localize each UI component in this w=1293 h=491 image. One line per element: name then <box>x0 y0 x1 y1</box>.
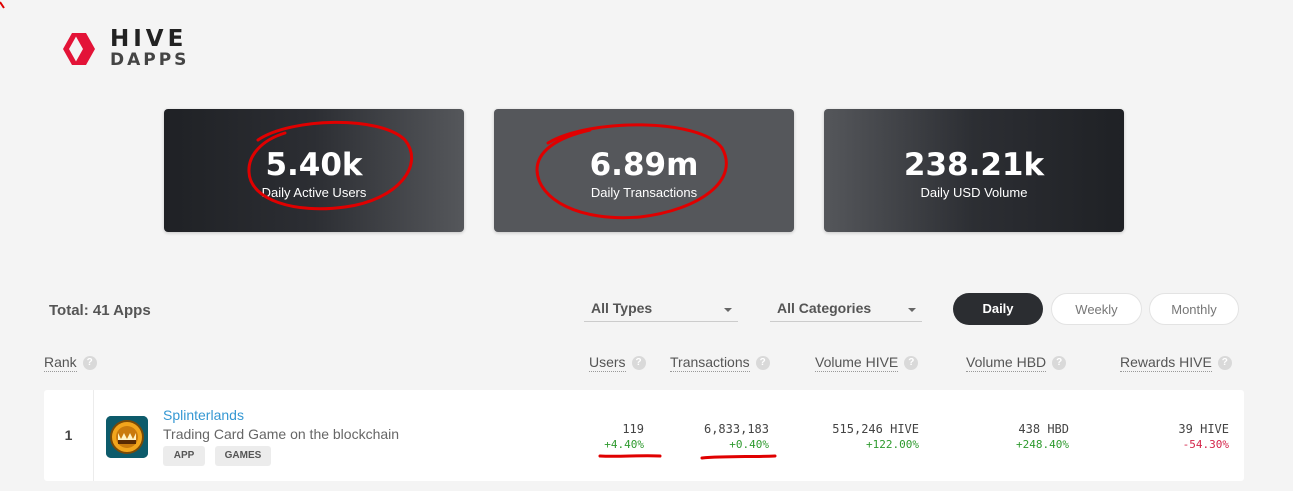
users-change: +4.40% <box>604 438 644 451</box>
tag-app[interactable]: APP <box>163 446 205 466</box>
transactions-change: +0.40% <box>729 438 769 451</box>
stat-value: 5.40k <box>265 147 363 183</box>
stat-label: Daily USD Volume <box>920 185 1028 200</box>
hive-logo-icon <box>63 32 95 65</box>
stat-label: Daily Active Users <box>261 185 367 200</box>
chevron-down-icon <box>724 308 732 312</box>
stat-value: 238.21k <box>903 147 1045 183</box>
transactions-cell: 6,833,183 +0.40% <box>704 422 769 451</box>
total-apps-count: Total: 41 Apps <box>49 302 151 319</box>
header-users[interactable]: Users ? <box>589 354 646 372</box>
table-row[interactable]: 1 Splinterlands Trading Card Game on the… <box>44 390 1244 481</box>
help-icon[interactable]: ? <box>755 356 770 370</box>
tag-games[interactable]: GAMES <box>215 446 271 466</box>
logo-subtitle: DAPPS <box>110 50 190 70</box>
header-rank-label: Rank <box>44 354 77 372</box>
stat-label: Daily Transactions <box>590 185 698 200</box>
help-icon[interactable]: ? <box>1217 356 1232 370</box>
users-cell: 119 +4.40% <box>604 422 644 451</box>
rewards-hive-cell: 39 HIVE -54.30% <box>1178 422 1229 451</box>
app-description: Trading Card Game on the blockchain <box>163 426 400 442</box>
annotation-corner-mark <box>0 1 5 9</box>
chevron-down-icon <box>908 308 916 312</box>
rank-cell: 1 <box>44 390 94 481</box>
type-select-value: All Types <box>591 300 653 316</box>
rewards-hive-change: -54.30% <box>1182 438 1229 451</box>
type-select[interactable]: All Types <box>584 296 738 322</box>
help-icon[interactable]: ? <box>631 356 646 370</box>
category-select-value: All Categories <box>777 300 872 316</box>
volume-hive-value: 515,246 HIVE <box>832 422 919 436</box>
period-monthly-button[interactable]: Monthly <box>1149 293 1239 325</box>
header-volume-hive[interactable]: Volume HIVE ? <box>815 354 919 372</box>
header-users-label: Users <box>589 354 626 372</box>
header-rewards-hive-label: Rewards HIVE <box>1120 354 1212 372</box>
app-name-link[interactable]: Splinterlands <box>163 407 244 423</box>
rewards-hive-value: 39 HIVE <box>1178 422 1229 436</box>
volume-hive-cell: 515,246 HIVE +122.00% <box>832 422 919 451</box>
period-weekly-button[interactable]: Weekly <box>1051 293 1142 325</box>
stat-card-daily-transactions: 6.89m Daily Transactions <box>494 109 794 232</box>
splinterlands-app-icon[interactable] <box>106 416 148 458</box>
period-daily-button[interactable]: Daily <box>953 293 1043 325</box>
volume-hbd-change: +248.40% <box>1016 438 1069 451</box>
header-volume-hbd-label: Volume HBD <box>966 354 1047 372</box>
header-transactions-label: Transactions <box>670 354 750 372</box>
logo-title: HIVE <box>110 26 188 52</box>
hive-dapps-logo[interactable]: HIVE DAPPS <box>62 28 189 69</box>
stat-card-daily-active-users: 5.40k Daily Active Users <box>164 109 464 232</box>
help-icon[interactable]: ? <box>1052 356 1067 370</box>
stat-card-daily-usd-volume: 238.21k Daily USD Volume <box>824 109 1124 232</box>
volume-hbd-value: 438 HBD <box>1018 422 1069 436</box>
help-icon[interactable]: ? <box>904 356 919 370</box>
header-volume-hive-label: Volume HIVE <box>815 354 899 372</box>
category-select[interactable]: All Categories <box>770 296 922 322</box>
header-transactions[interactable]: Transactions ? <box>670 354 770 372</box>
users-value: 119 <box>622 422 644 436</box>
stat-value: 6.89m <box>589 147 699 183</box>
header-rank[interactable]: Rank ? <box>44 354 97 372</box>
help-icon[interactable]: ? <box>82 356 97 370</box>
transactions-value: 6,833,183 <box>703 422 769 436</box>
header-rewards-hive[interactable]: Rewards HIVE ? <box>1120 354 1232 372</box>
volume-hive-change: +122.00% <box>866 438 919 451</box>
volume-hbd-cell: 438 HBD +248.40% <box>1016 422 1069 451</box>
header-volume-hbd[interactable]: Volume HBD ? <box>966 354 1067 372</box>
